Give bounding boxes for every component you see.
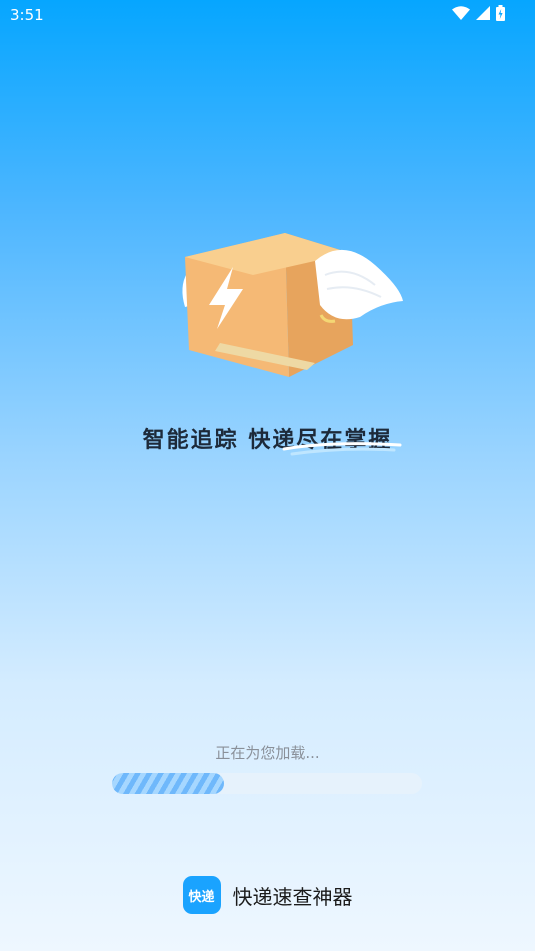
status-icons xyxy=(452,5,505,21)
splash-screen: 3:51 智能追踪 快递尽在掌握 正在为您加载... 快递 快递速查神器 xyxy=(0,0,535,951)
slogan-underline-decoration xyxy=(282,442,402,456)
progress-fill xyxy=(112,773,224,794)
app-name: 快递速查神器 xyxy=(232,884,353,909)
loading-text: 正在为您加载... xyxy=(215,744,320,762)
wifi-icon xyxy=(452,6,470,20)
flying-box-icon xyxy=(182,233,403,377)
status-bar: 3:51 xyxy=(0,0,535,30)
signal-icon xyxy=(476,6,490,20)
app-logo-icon: 快递 xyxy=(182,876,221,914)
status-time: 3:51 xyxy=(10,6,44,24)
slogan-text: 智能追踪 快递尽在掌握 xyxy=(142,428,393,453)
app-branding: 快递 快递速查神器 xyxy=(0,875,535,915)
battery-icon xyxy=(496,5,505,21)
progress-bar xyxy=(112,773,422,794)
